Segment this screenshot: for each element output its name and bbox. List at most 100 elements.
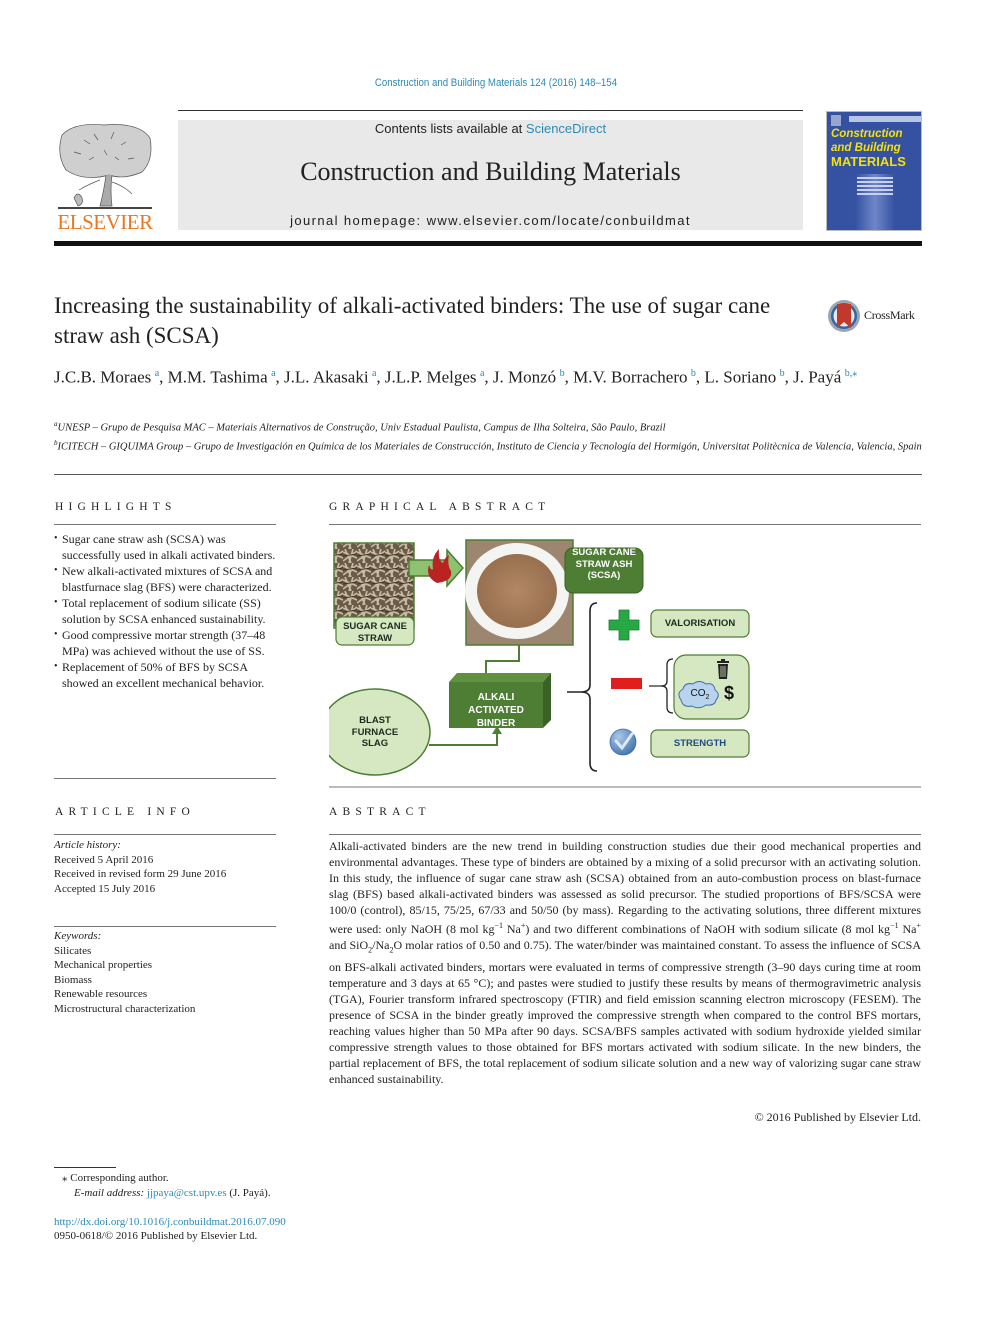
co2-text: CO (690, 688, 706, 699)
author-separator: , (275, 367, 285, 387)
affiliations: aUNESP – Grupo de Pesquisa MAC – Materia… (54, 417, 924, 454)
email-suffix: (J. Payá). (226, 1187, 271, 1199)
author-affiliation-mark[interactable]: b,⁎ (845, 368, 858, 379)
label-line: FURNACE (351, 726, 399, 738)
issn-line: 0950-0618/© 2016 Published by Elsevier L… (54, 1230, 258, 1242)
author-name[interactable]: J.L. Akasaki (284, 368, 369, 387)
cover-title: Construction and Building MATERIALS (831, 127, 921, 169)
affiliation-text: ICITECH – GIQUIMA Group – Grupo de Inves… (57, 441, 922, 452)
abstract-text: /Na (372, 938, 390, 953)
author-name[interactable]: M.M. Tashima (168, 368, 268, 387)
binder-box-side (543, 673, 551, 728)
history-item: Accepted 15 July 2016 (54, 882, 156, 895)
affiliation-text: UNESP – Grupo de Pesquisa MAC – Materiai… (57, 422, 666, 434)
contents-line: Contents lists available at ScienceDirec… (178, 121, 803, 136)
footnote-rule (54, 1167, 116, 1168)
corresponding-text: Corresponding author. (67, 1172, 169, 1184)
graphical-abstract-rule (329, 524, 921, 525)
history-item: Received in revised form 29 June 2016 (54, 868, 227, 880)
superscript: −1 (494, 921, 503, 931)
author-name[interactable]: J. Monzó (493, 368, 556, 387)
author-name[interactable]: L. Soriano (704, 368, 776, 387)
highlight-item: New alkali-activated mixtures of SCSA an… (54, 563, 280, 595)
abstract-rule (329, 834, 921, 835)
author-separator: , (376, 367, 385, 387)
cover-title-line: Construction (831, 128, 903, 140)
valorisation-label: VALORISATION (664, 618, 736, 629)
highlights-rule (54, 524, 276, 525)
label-line: STRAW ASH (575, 558, 633, 570)
article-history: Article history: Received 5 April 2016 R… (54, 838, 280, 896)
dollar-icon: $ (723, 683, 734, 703)
affiliation-rule (54, 474, 922, 475)
journal-citation-link[interactable]: Construction and Building Materials 124 … (60, 77, 933, 89)
highlights-heading: HIGHLIGHTS (55, 501, 177, 513)
highlights-end-rule (54, 778, 276, 779)
history-item: Received 5 April 2016 (54, 853, 154, 866)
email-label: E-mail address: (74, 1187, 147, 1199)
journal-cover-thumbnail[interactable]: Construction and Building MATERIALS (826, 111, 922, 231)
keyword-item: Mechanical properties (54, 959, 153, 971)
top-rule (178, 110, 803, 111)
article-info-heading: ARTICLE INFO (55, 806, 195, 818)
superscript: + (916, 921, 921, 931)
author-name[interactable]: J. Payá (793, 368, 841, 387)
label-line: (SCSA) (587, 570, 621, 581)
binder-box-top (449, 673, 551, 682)
abstract-heading: ABSTRACT (329, 806, 431, 818)
abstract-text: ) and two different combinations of NaOH… (525, 922, 891, 937)
corresponding-author-note: ⁎ Corresponding author. (62, 1171, 169, 1186)
label-line: BINDER (476, 718, 516, 729)
keywords-rule (54, 926, 276, 927)
straw-label: SUGAR CANE STRAW (336, 621, 414, 644)
journal-homepage-link[interactable]: journal homepage: www.elsevier.com/locat… (178, 213, 803, 228)
abstract-text: and SiO (329, 938, 369, 953)
keywords: Keywords: Silicates Mechanical propertie… (54, 929, 280, 1016)
masthead-thick-rule (54, 241, 922, 246)
cover-title-line: MATERIALS (831, 154, 906, 169)
cover-top-strip (849, 116, 921, 122)
sciencedirect-link[interactable]: ScienceDirect (526, 121, 606, 136)
cover-publisher-logo-icon (831, 115, 841, 126)
journal-title: Construction and Building Materials (300, 157, 681, 186)
slag-label: BLAST FURNACE SLAG (329, 715, 421, 750)
binder-label: ALKALI ACTIVATED BINDER (449, 691, 543, 730)
highlights-list: Sugar cane straw ash (SCSA) was successf… (54, 531, 280, 691)
keywords-label: Keywords: (54, 930, 102, 942)
article-title: Increasing the sustainability of alkali-… (54, 293, 771, 348)
graphical-abstract-heading: GRAPHICAL ABSTRACT (329, 501, 551, 513)
label-line: ALKALI ACTIVATED (468, 692, 524, 716)
label-line: STRAW (357, 632, 393, 644)
keyword-item: Biomass (54, 973, 92, 986)
label-line: SLAG (361, 738, 389, 749)
cover-fine-print (857, 177, 893, 197)
crossmark-label[interactable]: CrossMark (864, 308, 915, 323)
highlight-item: Replacement of 50% of BFS by SCSA showed… (54, 659, 280, 691)
co2-sub: 2 (705, 694, 710, 701)
doi-link[interactable]: http://dx.doi.org/10.1016/j.conbuildmat.… (54, 1216, 286, 1228)
keyword-item: Silicates (54, 944, 92, 957)
graphical-abstract-figure[interactable]: SUGAR CANE STRAW SUGAR CANE STRAW ASH (S… (329, 535, 759, 780)
author-separator: , (564, 367, 574, 387)
email-note: E-mail address: jjpaya@cst.upv.es (J. Pa… (74, 1186, 271, 1201)
minus-icon (611, 678, 642, 689)
history-label: Article history: (54, 839, 121, 851)
brace (580, 602, 598, 772)
cover-title-line: and Building (831, 142, 901, 154)
graphical-abstract-end-rule (329, 786, 921, 788)
author-separator: , (784, 367, 794, 387)
label-line: SUGAR CANE (343, 621, 407, 632)
email-link[interactable]: jjpaya@cst.upv.es (147, 1187, 227, 1199)
label-line: SUGAR CANE (572, 547, 636, 558)
author-list: J.C.B. Moraes a, M.M. Tashima a, J.L. Ak… (54, 362, 924, 389)
contents-prefix: Contents lists available at (374, 121, 526, 136)
highlight-item: Sugar cane straw ash (SCSA) was successf… (54, 531, 280, 563)
author-name[interactable]: M.V. Borrachero (573, 368, 687, 387)
author-name[interactable]: J.L.P. Melges (385, 368, 477, 387)
elsevier-wordmark: ELSEVIER (57, 210, 153, 234)
strength-label: STRENGTH (673, 738, 727, 749)
author-name[interactable]: J.C.B. Moraes (54, 368, 151, 387)
affiliation-a: aUNESP – Grupo de Pesquisa MAC – Materia… (54, 417, 924, 436)
plus-icon (608, 609, 640, 641)
copyright-notice: © 2016 Published by Elsevier Ltd. (754, 1110, 921, 1124)
